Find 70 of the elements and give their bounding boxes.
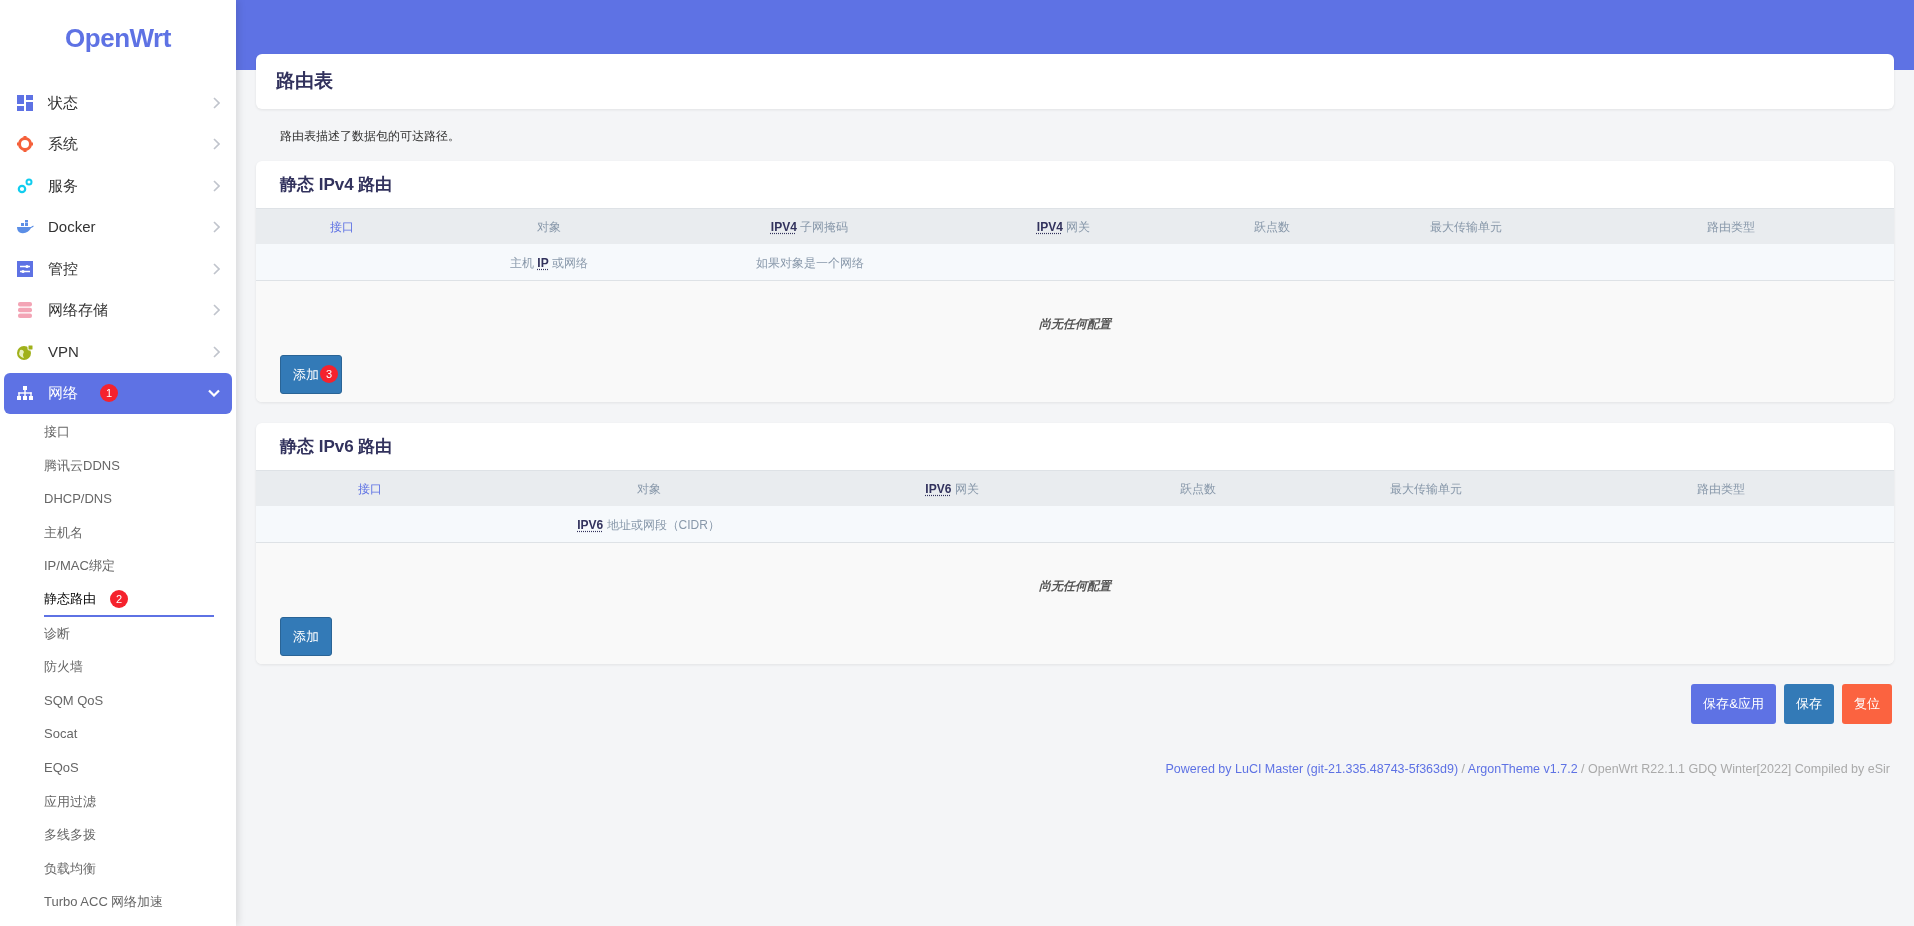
column-header: 对象: [635, 480, 662, 498]
section-title: 静态 IPv4 路由: [280, 173, 393, 196]
submenu-item[interactable]: 多线多拨: [44, 818, 96, 852]
submenu-item[interactable]: 负载均衡: [44, 851, 96, 886]
column-header: 对象: [536, 218, 562, 236]
column-header: 跃点数: [1179, 480, 1217, 498]
chevron-down-icon: [208, 389, 220, 398]
column-header: IPV4 子网掩码: [769, 218, 850, 236]
column-description: 如果对象是一个网络: [755, 256, 864, 270]
gear-icon: [16, 136, 34, 153]
footer-text: Powered by LuCI Master (git-21.335.48743-5f363d9) / ArgonTheme v1.7.2 / OpenWrt R22.1.1 GDQ Winter[2022] Compiled by eSir: [1165, 761, 1890, 778]
save-button[interactable]: 保存: [1784, 684, 1834, 724]
gears-icon: [16, 177, 34, 194]
column-header: 跃点数: [1252, 218, 1291, 236]
dashboard-icon: [16, 94, 34, 111]
submenu-item[interactable]: 应用过滤: [44, 784, 96, 819]
whale-icon: [16, 220, 34, 235]
footer-link[interactable]: ArgonTheme v1.7.2: [1467, 762, 1578, 776]
chevron-right-icon: [212, 262, 220, 275]
chevron-right-icon: [212, 221, 220, 234]
column-header: 路由类型: [1695, 480, 1746, 498]
sidebar-item[interactable]: 系统: [4, 123, 232, 165]
sidebar-item[interactable]: 服务: [4, 165, 232, 207]
apply-button[interactable]: 保存&应用: [1691, 684, 1776, 724]
sidebar-item[interactable]: 网络存储: [4, 289, 232, 331]
section-title: 静态 IPv6 路由: [280, 435, 393, 458]
sidebar-item[interactable]: Docker: [4, 206, 232, 248]
footer-link[interactable]: Powered by LuCI Master (git-21.335.48743-5f363d9): [1165, 762, 1459, 776]
chevron-right-icon: [212, 345, 220, 358]
submenu-item[interactable]: SQM QoS: [44, 683, 104, 718]
empty-message: 尚无任何配置: [1039, 578, 1111, 595]
sliders-icon: [16, 260, 34, 277]
chevron-right-icon: [212, 96, 220, 109]
submenu-item[interactable]: 防火墙: [44, 650, 83, 684]
chevron-right-icon: [212, 138, 220, 151]
chevron-right-icon: [212, 304, 220, 317]
submenu-item[interactable]: 接口: [44, 415, 70, 449]
sitemap-icon: [16, 385, 34, 402]
column-header: 路由类型: [1705, 218, 1756, 236]
page-description: 路由表描述了数据包的可达路径。: [280, 128, 460, 145]
column-header: IPV4 网关: [1035, 218, 1092, 236]
submenu-item[interactable]: IP/MAC绑定: [44, 549, 115, 583]
empty-message: 尚无任何配置: [1039, 316, 1111, 333]
submenu-item[interactable]: EQoS: [44, 750, 79, 785]
sidebar-item[interactable]: 网络 1: [4, 372, 232, 414]
sidebar-item[interactable]: 管控: [4, 248, 232, 290]
chevron-right-icon: [212, 179, 220, 192]
submenu-item[interactable]: Turbo ACC 网络加速: [44, 885, 164, 919]
globe-lock-icon: [16, 343, 34, 360]
column-header: 最大传输单元: [1429, 218, 1503, 236]
column-description: 主机 IP 或网络: [510, 256, 588, 270]
submenu-item[interactable]: 静态路由 2: [44, 582, 214, 617]
column-header: IPV6 网关: [924, 480, 980, 498]
count-badge: 2: [110, 589, 128, 608]
submenu-item[interactable]: 诊断: [44, 616, 70, 651]
logo-text: OpenWrt: [65, 21, 171, 55]
column-header: 接口: [329, 218, 355, 236]
add-button[interactable]: 添加: [280, 617, 332, 656]
sidebar-item[interactable]: 状态: [4, 82, 232, 124]
sidebar-item[interactable]: VPN: [4, 331, 232, 373]
column-header: 最大传输单元: [1389, 480, 1463, 498]
database-icon: [16, 302, 34, 319]
submenu-item[interactable]: Socat: [44, 717, 78, 751]
submenu-item[interactable]: 主机名: [44, 515, 83, 550]
submenu-item[interactable]: 腾讯云DDNS: [44, 448, 120, 483]
page-title: 路由表: [276, 69, 333, 94]
column-header: 接口: [357, 480, 383, 498]
submenu-item[interactable]: DHCP/DNS: [44, 482, 112, 516]
column-description: IPV6 地址或网段（CIDR）: [577, 518, 720, 532]
count-badge: 1: [100, 384, 118, 403]
